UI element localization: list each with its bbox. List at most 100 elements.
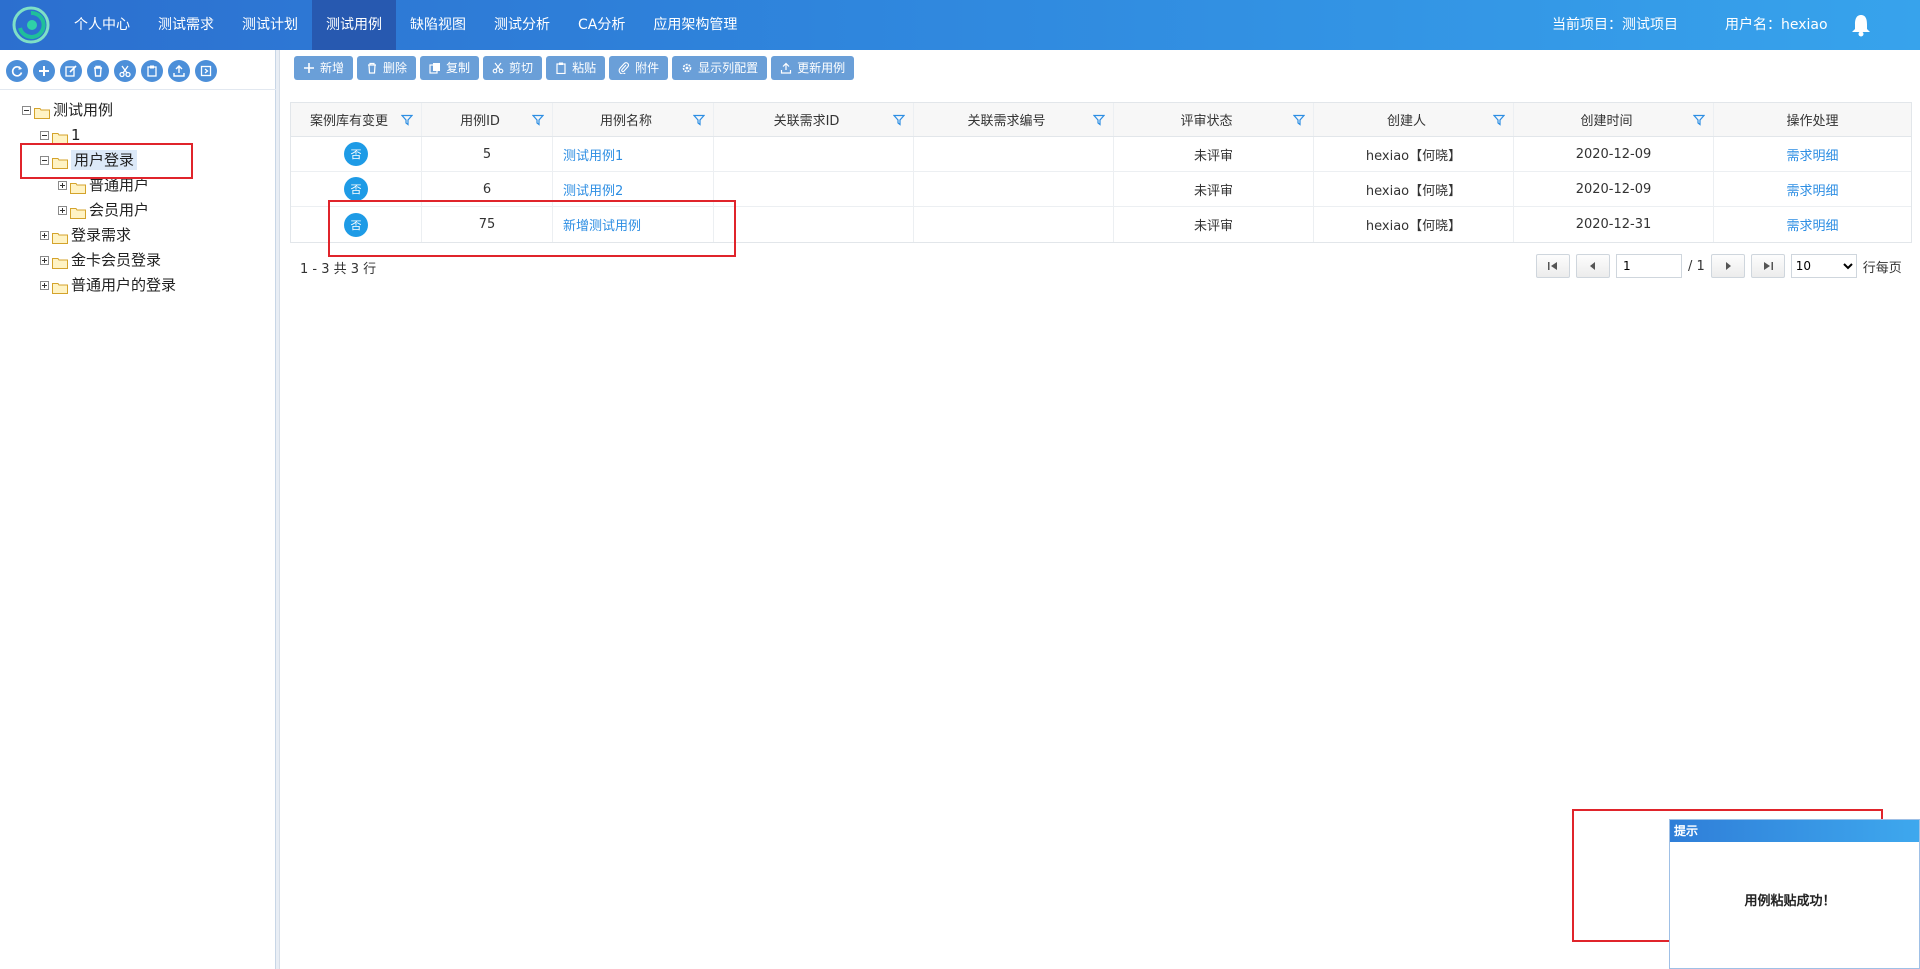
tree-add-button[interactable] — [33, 60, 55, 82]
current-project-label[interactable]: 当前项目：测试项目 — [1552, 0, 1678, 50]
col-header-label: 案例库有变更 — [309, 114, 388, 129]
upload-icon — [173, 65, 185, 77]
scissors-icon — [119, 65, 131, 78]
upload-icon — [781, 62, 792, 74]
folder-icon — [70, 179, 86, 194]
tree-refresh-button[interactable] — [6, 60, 28, 82]
cell-review: 未评审 — [1114, 137, 1314, 171]
req-detail-link[interactable]: 需求明细 — [1786, 180, 1838, 199]
cell-review: 未评审 — [1114, 172, 1314, 206]
attachment-button-label: 附件 — [635, 61, 660, 75]
tree-edit-button[interactable] — [60, 60, 82, 82]
folder-icon — [52, 229, 68, 244]
table-row[interactable]: 否 5 测试用例1 未评审 hexiao【何晓】 2020-12-09 需求明细 — [291, 137, 1911, 172]
pagination-summary: 1 - 3 共 3 行 — [300, 262, 377, 277]
tree-node-login-req[interactable]: 登录需求 — [40, 225, 131, 245]
attachment-button[interactable]: 附件 — [609, 56, 669, 80]
nav-test-requirements[interactable]: 测试需求 — [144, 0, 228, 50]
col-header-req-id[interactable]: 关联需求ID — [714, 103, 914, 136]
bell-icon[interactable] — [1850, 13, 1872, 37]
nav-test-plan[interactable]: 测试计划 — [228, 0, 312, 50]
add-button-label: 新增 — [320, 61, 345, 75]
panel-splitter[interactable] — [276, 50, 280, 969]
username-label[interactable]: 用户名：hexiao — [1725, 0, 1828, 50]
col-header-req-no[interactable]: 关联需求编号 — [914, 103, 1114, 136]
tree-export-button[interactable] — [195, 60, 217, 82]
last-page-icon — [1763, 262, 1773, 270]
tree-node-normal-login[interactable]: 普通用户的登录 — [40, 275, 176, 295]
cell-creator: hexiao【何晓】 — [1314, 172, 1514, 206]
filter-icon[interactable] — [1493, 114, 1505, 126]
copy-button[interactable]: 复制 — [420, 56, 480, 80]
col-header-label: 关联需求编号 — [967, 114, 1046, 129]
filter-icon[interactable] — [893, 114, 905, 126]
plus-icon — [39, 66, 49, 76]
first-page-button[interactable] — [1536, 254, 1570, 278]
col-header-label: 评审状态 — [1180, 114, 1233, 129]
expand-toggle-icon[interactable] — [40, 230, 49, 240]
nav-ca-analysis[interactable]: CA分析 — [564, 0, 639, 50]
col-header-label: 用例名称 — [599, 114, 652, 129]
collapse-toggle-icon[interactable] — [22, 105, 31, 115]
update-case-button-label: 更新用例 — [797, 61, 846, 75]
req-detail-link[interactable]: 需求明细 — [1786, 215, 1838, 234]
tree-cut-button[interactable] — [114, 60, 136, 82]
nav-personal-center[interactable]: 个人中心 — [60, 0, 144, 50]
col-header-changed[interactable]: 案例库有变更 — [291, 103, 422, 136]
col-header-action: 操作处理 — [1714, 103, 1911, 136]
toast-notification: 提示 用例粘贴成功！ — [1669, 819, 1920, 969]
app-logo[interactable] — [12, 6, 50, 44]
next-page-button[interactable] — [1710, 254, 1745, 278]
col-header-created[interactable]: 创建时间 — [1514, 103, 1714, 136]
filter-icon[interactable] — [1293, 114, 1305, 126]
filter-icon[interactable] — [532, 114, 544, 126]
prev-page-button[interactable] — [1576, 254, 1610, 278]
expand-toggle-icon[interactable] — [58, 205, 67, 215]
col-header-name[interactable]: 用例名称 — [553, 103, 714, 136]
tree-node-gold-member[interactable]: 金卡会员登录 — [40, 250, 161, 270]
add-button[interactable]: 新增 — [294, 56, 354, 80]
tree-delete-button[interactable] — [87, 60, 109, 82]
paste-button[interactable]: 粘贴 — [546, 56, 606, 80]
case-name-link[interactable]: 测试用例1 — [563, 145, 623, 164]
tree-node-1[interactable]: 1 — [40, 125, 81, 145]
tree-node-member-user[interactable]: 会员用户 — [58, 200, 149, 220]
cut-button[interactable]: 剪切 — [483, 56, 543, 80]
column-config-button-label: 显示列配置 — [698, 61, 759, 75]
tree-node-label: 会员用户 — [89, 201, 150, 219]
cell-creator: hexiao【何晓】 — [1314, 137, 1514, 171]
nav-test-analysis[interactable]: 测试分析 — [480, 0, 564, 50]
cell-name: 测试用例1 — [553, 137, 714, 171]
nav-app-architecture[interactable]: 应用架构管理 — [639, 0, 751, 50]
cell-req-id — [714, 172, 914, 206]
filter-icon[interactable] — [693, 114, 705, 126]
tree-paste-button[interactable] — [141, 60, 163, 82]
expand-toggle-icon[interactable] — [40, 280, 49, 290]
col-header-id[interactable]: 用例ID — [422, 103, 553, 136]
col-header-review[interactable]: 评审状态 — [1114, 103, 1314, 136]
page-size-select[interactable]: 10 — [1790, 254, 1857, 278]
filter-icon[interactable] — [1693, 114, 1705, 126]
nav-test-cases[interactable]: 测试用例 — [312, 0, 396, 50]
col-header-creator[interactable]: 创建人 — [1314, 103, 1514, 136]
expand-toggle-icon[interactable] — [58, 180, 67, 190]
page-number-input[interactable] — [1616, 254, 1682, 278]
pagination-controls: / 1 10 行每页 — [1536, 254, 1902, 278]
folder-icon — [52, 254, 68, 269]
col-header-label: 操作处理 — [1786, 114, 1839, 129]
update-case-button[interactable]: 更新用例 — [771, 56, 855, 80]
tree-upload-button[interactable] — [168, 60, 190, 82]
case-name-link[interactable]: 测试用例2 — [563, 180, 623, 199]
last-page-button[interactable] — [1750, 254, 1785, 278]
paperclip-icon — [618, 62, 630, 74]
tree-node-root[interactable]: 测试用例 — [22, 100, 113, 120]
delete-button[interactable]: 删除 — [357, 56, 417, 80]
column-config-button[interactable]: 显示列配置 — [672, 56, 768, 80]
req-detail-link[interactable]: 需求明细 — [1786, 145, 1838, 164]
nav-defect-view[interactable]: 缺陷视图 — [396, 0, 480, 50]
collapse-toggle-icon[interactable] — [40, 130, 49, 140]
expand-toggle-icon[interactable] — [40, 255, 49, 265]
filter-icon[interactable] — [1093, 114, 1105, 126]
filter-icon[interactable] — [401, 114, 413, 126]
per-page-label: 行每页 — [1862, 260, 1902, 276]
